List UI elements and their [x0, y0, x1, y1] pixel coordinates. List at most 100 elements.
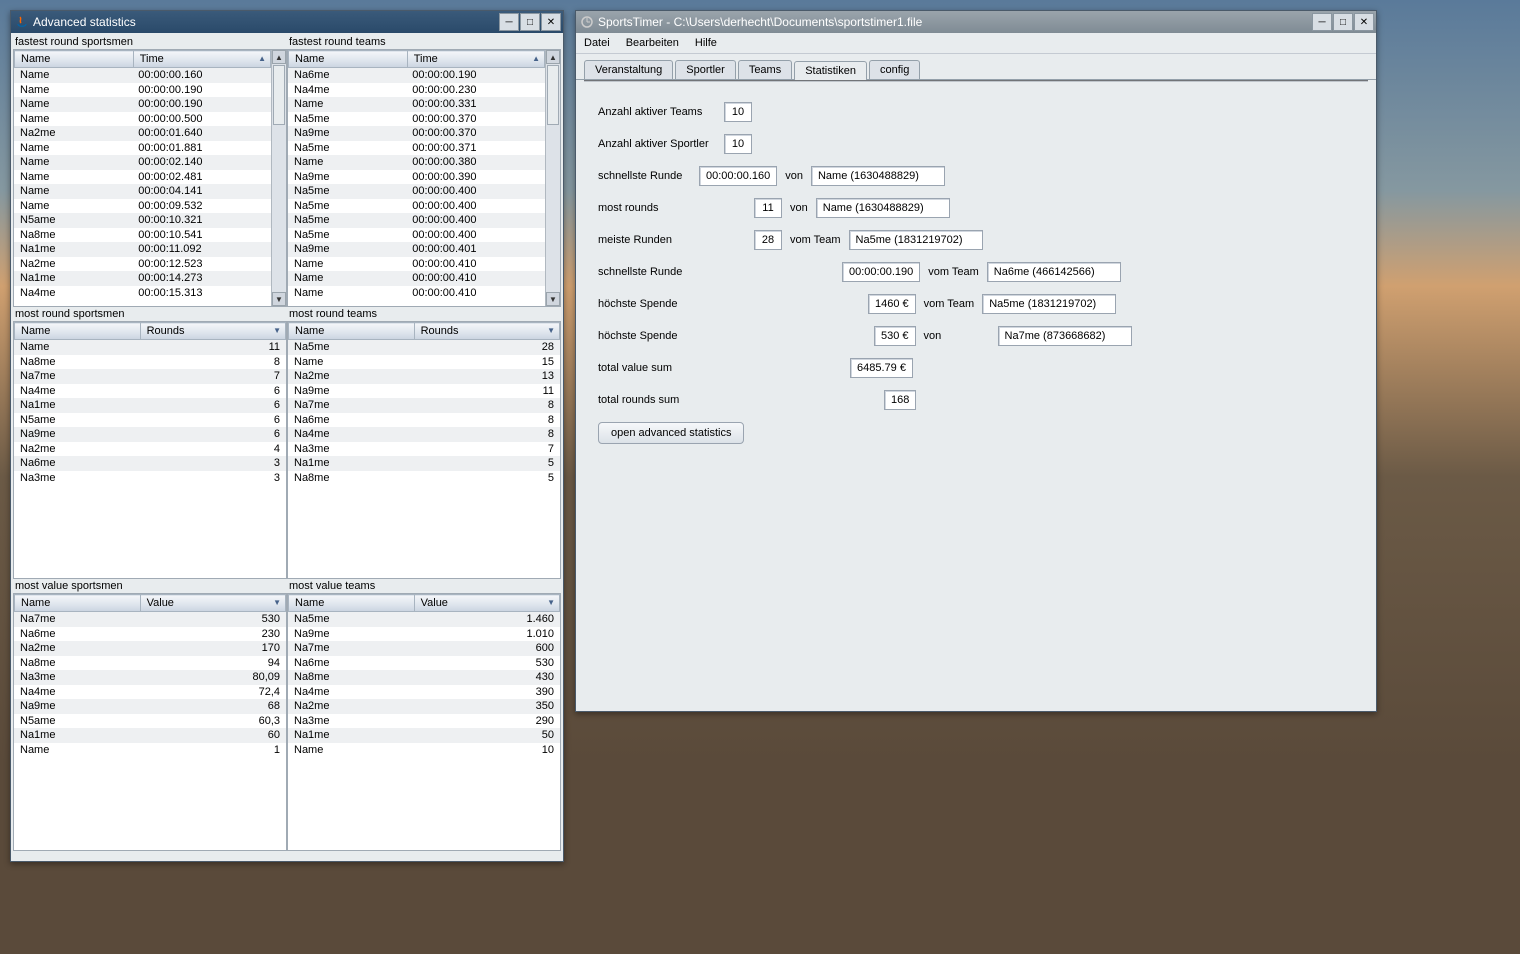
table-row[interactable]: Na7me7 — [14, 369, 286, 384]
column-header[interactable]: Name — [15, 51, 134, 68]
menu-file[interactable]: Datei — [580, 35, 614, 51]
table-row[interactable]: Na1me6 — [14, 398, 286, 413]
column-header[interactable]: Time▲ — [407, 51, 544, 68]
column-header[interactable]: Name — [289, 323, 415, 340]
table-row[interactable]: Na9me00:00:00.370 — [288, 126, 545, 141]
table-row[interactable]: Name00:00:00.190 — [14, 97, 271, 112]
table-row[interactable]: Name00:00:01.881 — [14, 141, 271, 156]
table-row[interactable]: Na2me4 — [14, 442, 286, 457]
scroll-up-button[interactable]: ▲ — [546, 50, 560, 64]
table-row[interactable]: Na5me00:00:00.400 — [288, 199, 545, 214]
table-row[interactable]: Name00:00:00.500 — [14, 112, 271, 127]
table-row[interactable]: Na3me80,09 — [14, 670, 286, 685]
table-row[interactable]: Na2me350 — [288, 699, 560, 714]
table-row[interactable]: Name00:00:00.410 — [288, 286, 545, 301]
scrollbar[interactable]: ▲▼ — [545, 50, 560, 306]
table-row[interactable]: Na7me8 — [288, 398, 560, 413]
table-row[interactable]: Na5me00:00:00.370 — [288, 112, 545, 127]
table-row[interactable]: Name00:00:00.331 — [288, 97, 545, 112]
table-row[interactable]: Na5me00:00:00.400 — [288, 184, 545, 199]
table-row[interactable]: Na7me530 — [14, 612, 286, 627]
table-row[interactable]: N5ame60,3 — [14, 714, 286, 729]
table-row[interactable]: Na1me00:00:11.092 — [14, 242, 271, 257]
table-row[interactable]: Name00:00:09.532 — [14, 199, 271, 214]
table-row[interactable]: Na8me94 — [14, 656, 286, 671]
tab-teams[interactable]: Teams — [738, 60, 792, 79]
scroll-down-button[interactable]: ▼ — [546, 292, 560, 306]
table-row[interactable]: Na6me530 — [288, 656, 560, 671]
table-row[interactable]: Na7me600 — [288, 641, 560, 656]
column-header[interactable]: Name — [15, 323, 141, 340]
maximize-button[interactable]: □ — [1333, 13, 1353, 31]
table-row[interactable]: Name00:00:04.141 — [14, 184, 271, 199]
scroll-thumb[interactable] — [547, 65, 559, 125]
table-row[interactable]: Name00:00:00.190 — [14, 83, 271, 98]
scroll-up-button[interactable]: ▲ — [272, 50, 286, 64]
column-header[interactable]: Name — [15, 595, 141, 612]
table-row[interactable]: Na4me390 — [288, 685, 560, 700]
table-row[interactable]: Na4me00:00:00.230 — [288, 83, 545, 98]
table-row[interactable]: Na1me60 — [14, 728, 286, 743]
table-row[interactable]: Na2me00:00:12.523 — [14, 257, 271, 272]
column-header[interactable]: Name — [289, 595, 415, 612]
close-button[interactable]: ✕ — [1354, 13, 1374, 31]
table-row[interactable]: Na8me5 — [288, 471, 560, 486]
table-row[interactable]: Na6me00:00:00.190 — [288, 68, 545, 83]
table-row[interactable]: Na8me430 — [288, 670, 560, 685]
minimize-button[interactable]: ─ — [499, 13, 519, 31]
column-header[interactable]: Value▼ — [140, 595, 285, 612]
tab-config[interactable]: config — [869, 60, 920, 79]
table-row[interactable]: Na8me8 — [14, 355, 286, 370]
table-row[interactable]: Name00:00:02.140 — [14, 155, 271, 170]
table-row[interactable]: Na1me5 — [288, 456, 560, 471]
table-row[interactable]: Na9me00:00:00.401 — [288, 242, 545, 257]
table-row[interactable]: Na6me8 — [288, 413, 560, 428]
table-row[interactable]: Na5me00:00:00.400 — [288, 213, 545, 228]
main-titlebar[interactable]: SportsTimer - C:\Users\derhecht\Document… — [576, 11, 1376, 33]
table-row[interactable]: Na4me6 — [14, 384, 286, 399]
table-row[interactable]: Name1 — [14, 743, 286, 758]
menu-help[interactable]: Hilfe — [691, 35, 721, 51]
table-row[interactable]: Na9me11 — [288, 384, 560, 399]
table-row[interactable]: Na1me00:00:14.273 — [14, 271, 271, 286]
table-row[interactable]: Name00:00:00.410 — [288, 257, 545, 272]
table-row[interactable]: Name10 — [288, 743, 560, 758]
table-row[interactable]: Na4me72,4 — [14, 685, 286, 700]
minimize-button[interactable]: ─ — [1312, 13, 1332, 31]
table-row[interactable]: Na4me00:00:15.313 — [14, 286, 271, 301]
table-row[interactable]: Name00:00:00.410 — [288, 271, 545, 286]
table-row[interactable]: Na4me8 — [288, 427, 560, 442]
table-row[interactable]: Na8me00:00:10.541 — [14, 228, 271, 243]
column-header[interactable]: Rounds▼ — [414, 323, 559, 340]
table-row[interactable]: Na9me1.010 — [288, 627, 560, 642]
table-row[interactable]: Na9me6 — [14, 427, 286, 442]
column-header[interactable]: Value▼ — [414, 595, 559, 612]
column-header[interactable]: Rounds▼ — [140, 323, 285, 340]
open-advanced-statistics-button[interactable]: open advanced statistics — [598, 422, 744, 444]
tab-statistics[interactable]: Statistiken — [794, 61, 867, 80]
table-row[interactable]: N5ame00:00:10.321 — [14, 213, 271, 228]
tab-athlete[interactable]: Sportler — [675, 60, 736, 79]
table-row[interactable]: Na3me3 — [14, 471, 286, 486]
tab-event[interactable]: Veranstaltung — [584, 60, 673, 79]
table-row[interactable]: Name00:00:00.160 — [14, 68, 271, 83]
table-row[interactable]: Na5me00:00:00.400 — [288, 228, 545, 243]
table-row[interactable]: Name15 — [288, 355, 560, 370]
column-header[interactable]: Time▲ — [133, 51, 270, 68]
table-row[interactable]: Na2me00:00:01.640 — [14, 126, 271, 141]
table-row[interactable]: Na9me68 — [14, 699, 286, 714]
table-row[interactable]: Na6me230 — [14, 627, 286, 642]
menu-edit[interactable]: Bearbeiten — [622, 35, 683, 51]
table-row[interactable]: Na3me7 — [288, 442, 560, 457]
table-row[interactable]: Name00:00:02.481 — [14, 170, 271, 185]
table-row[interactable]: Na9me00:00:00.390 — [288, 170, 545, 185]
table-row[interactable]: Name11 — [14, 340, 286, 355]
table-row[interactable]: Na6me3 — [14, 456, 286, 471]
column-header[interactable]: Name — [289, 51, 408, 68]
scroll-thumb[interactable] — [273, 65, 285, 125]
scrollbar[interactable]: ▲▼ — [271, 50, 286, 306]
table-row[interactable]: Na2me13 — [288, 369, 560, 384]
scroll-down-button[interactable]: ▼ — [272, 292, 286, 306]
table-row[interactable]: Na1me50 — [288, 728, 560, 743]
table-row[interactable]: Na5me28 — [288, 340, 560, 355]
